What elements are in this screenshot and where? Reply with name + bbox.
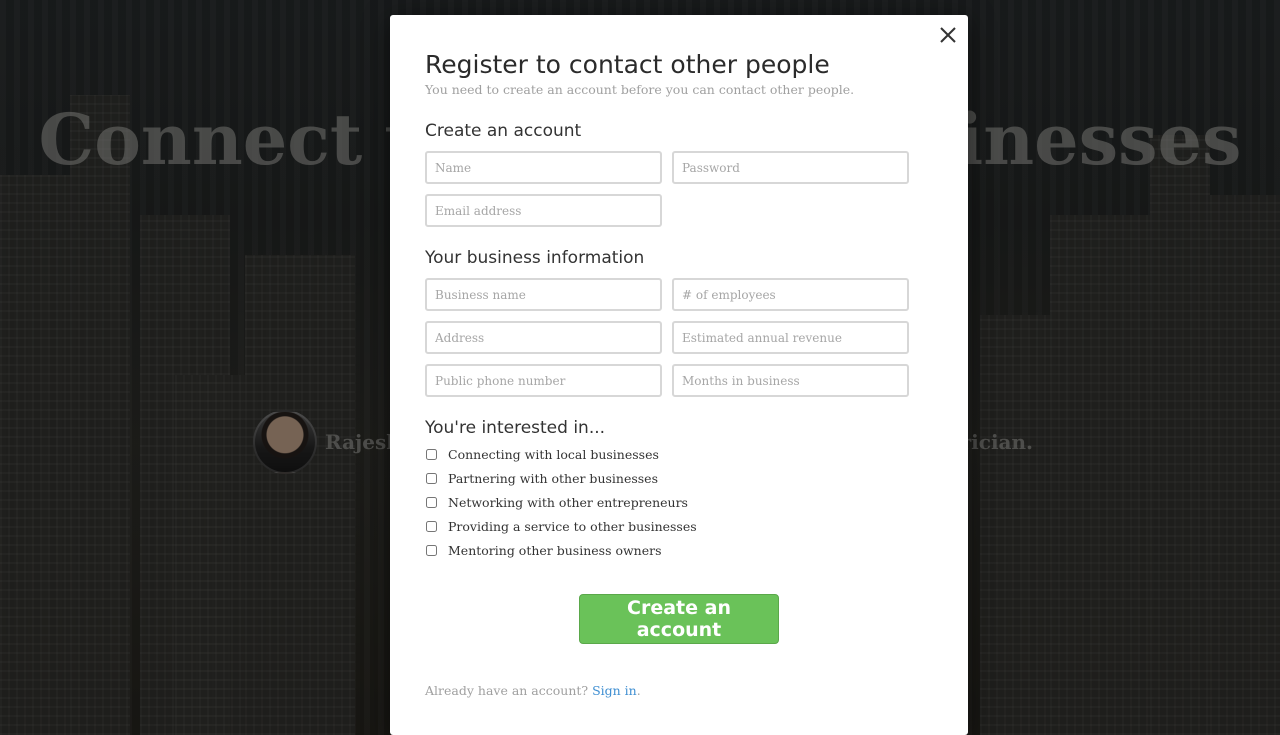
interest-option-mentoring[interactable]: Mentoring other business owners — [425, 540, 662, 560]
interest-label: Networking with other entrepreneurs — [448, 494, 688, 510]
revenue-field[interactable] — [672, 321, 909, 354]
name-field[interactable] — [425, 151, 662, 184]
interest-option-networking[interactable]: Networking with other entrepreneurs — [425, 492, 688, 512]
interest-checkbox[interactable] — [426, 544, 437, 556]
address-field[interactable] — [425, 321, 662, 354]
interest-option-local[interactable]: Connecting with local businesses — [425, 444, 659, 464]
modal-subtitle: You need to create an account before you… — [425, 82, 855, 97]
email-field[interactable] — [425, 194, 662, 227]
interest-label: Providing a service to other businesses — [448, 518, 697, 534]
register-modal: Register to contact other people You nee… — [390, 15, 968, 735]
interest-checkbox[interactable] — [426, 448, 437, 460]
interest-option-service[interactable]: Providing a service to other businesses — [425, 516, 697, 536]
interest-checkbox[interactable] — [426, 520, 437, 532]
months-field[interactable] — [672, 364, 909, 397]
interest-label: Partnering with other businesses — [448, 470, 658, 486]
close-icon[interactable] — [938, 25, 958, 45]
interest-label: Mentoring other business owners — [448, 542, 662, 558]
signin-link[interactable]: Sign in — [592, 683, 637, 698]
password-field[interactable] — [672, 151, 909, 184]
interest-label: Connecting with local businesses — [448, 446, 659, 462]
account-section-heading: Create an account — [425, 121, 582, 141]
signin-prompt-text: Already have an account? — [425, 683, 589, 698]
create-account-button[interactable]: Create an account — [579, 594, 779, 644]
signin-prompt: Already have an account? Sign in. — [425, 683, 641, 698]
interest-checkbox[interactable] — [426, 472, 437, 484]
interest-checkbox[interactable] — [426, 496, 437, 508]
business-name-field[interactable] — [425, 278, 662, 311]
modal-title: Register to contact other people — [425, 50, 830, 79]
interests-section-heading: You're interested in... — [425, 418, 606, 438]
phone-field[interactable] — [425, 364, 662, 397]
business-section-heading: Your business information — [425, 248, 645, 268]
interest-option-partnering[interactable]: Partnering with other businesses — [425, 468, 658, 488]
employees-field[interactable] — [672, 278, 909, 311]
signin-suffix: . — [636, 683, 641, 698]
